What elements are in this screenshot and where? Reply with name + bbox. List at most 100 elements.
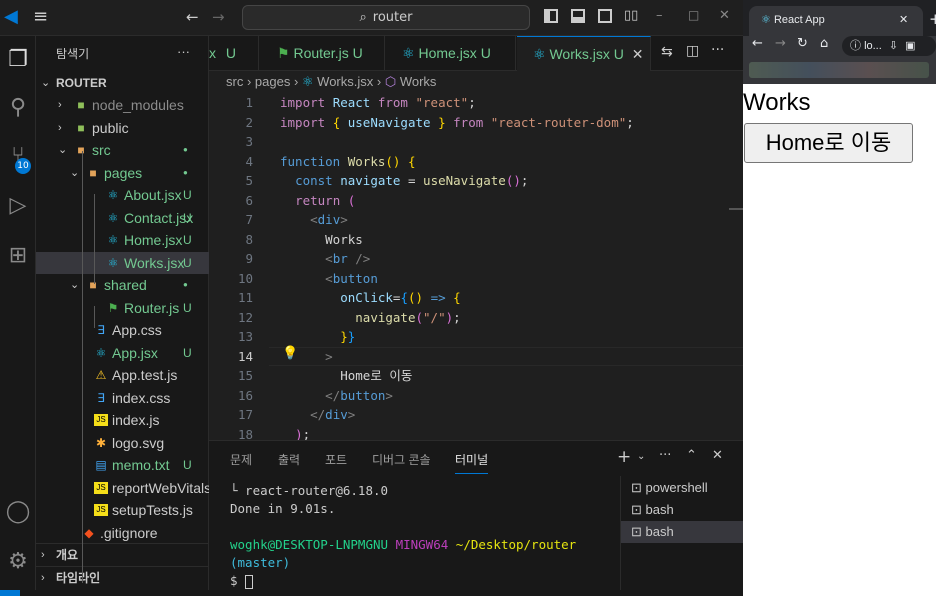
browser-tab[interactable]: ⚛ React App ✕ (749, 6, 923, 36)
account-icon[interactable]: ◯ (4, 498, 32, 526)
run-debug-icon[interactable]: ▷ (4, 192, 32, 220)
close-panel-icon[interactable]: ✕ (712, 448, 723, 463)
browser-forward-icon[interactable]: → (775, 36, 786, 51)
close-window-icon[interactable]: ✕ (719, 8, 730, 23)
panel-tab-debug-console[interactable]: 디버그 콘솔 (372, 451, 431, 468)
search-view-icon[interactable]: ⚲ (4, 94, 32, 122)
close-tab-icon[interactable]: ✕ (632, 46, 644, 62)
explorer-sidebar: 탐색기 ··· ⌄ ROUTER › ■ node_modules › ■ public ⌄… (36, 36, 225, 596)
tree-item[interactable]: JS reportWebVitals.js (36, 477, 225, 499)
manage-gear-icon[interactable]: ⚙ (4, 548, 32, 576)
tree-item[interactable]: ⌄ ■ src ● (36, 139, 209, 161)
tree-item[interactable]: JS index.js (36, 409, 209, 431)
timeline-section[interactable]: › 타임라인 (36, 566, 209, 588)
forward-arrow-icon[interactable]: → (212, 8, 225, 26)
tab-app[interactable]: x U (209, 36, 259, 71)
home-navigate-button[interactable]: Home로 이동 (744, 123, 913, 163)
panel-more-icon[interactable]: ··· (659, 448, 671, 463)
tree-item[interactable]: ▤ memo.txt U (36, 454, 209, 476)
install-icon[interactable]: ⇩ (889, 40, 898, 52)
panel-tab-ports[interactable]: 포트 (325, 451, 347, 468)
browser-reload-icon[interactable]: ↻ (797, 36, 808, 51)
code-line: Home로 이동 (340, 368, 413, 383)
breadcrumb-pages[interactable]: pages (255, 74, 290, 89)
bookmark-blurred[interactable] (749, 62, 929, 78)
terminal-item-powershell[interactable]: ⊡ powershell (621, 477, 743, 499)
panel-tab-output[interactable]: 출력 (278, 451, 300, 468)
maximize-icon[interactable]: □ (688, 8, 699, 22)
panel-tab-problems[interactable]: 문제 (230, 451, 252, 468)
line-number: 11 (237, 290, 253, 305)
tab-router[interactable]: ⚑ Router.js U (261, 36, 385, 71)
toggle-sidebar-icon[interactable] (544, 9, 558, 23)
tree-item[interactable]: ⚛ Home.jsx U (36, 229, 209, 251)
tree-item[interactable]: ⚛ App.jsx U (36, 342, 209, 364)
new-tab-icon[interactable]: + (929, 10, 936, 28)
explorer-more-icon[interactable]: ··· (177, 44, 190, 59)
browser-back-icon[interactable]: ← (752, 36, 763, 51)
extensions-icon[interactable]: ⊞ (4, 242, 32, 270)
breadcrumb-symbol[interactable]: Works (400, 74, 437, 89)
breadcrumb-src[interactable]: src (226, 74, 243, 89)
back-arrow-icon[interactable]: ← (186, 8, 199, 26)
git-icon: ◆ (84, 525, 94, 540)
git-status-badge: ● (183, 145, 188, 154)
customize-layout-icon[interactable]: ▯▯ (624, 8, 638, 23)
folder-icon: ■ (77, 98, 85, 112)
editor-more-icon[interactable]: ··· (711, 42, 724, 58)
tree-item-label: logo.svg (112, 434, 165, 451)
code-line: onClick={() => { (340, 290, 461, 305)
remote-indicator[interactable] (0, 590, 20, 596)
breadcrumb: src › pages › ⚛ Works.jsx › ⬡ Works (226, 74, 437, 89)
css-icon: ∃ (97, 390, 105, 405)
tree-item[interactable]: ✱ logo.svg (36, 432, 209, 454)
code-editor[interactable]: 1 2 3 4 5 6 7 8 9 10 11 12 13 14 15 16 17 18 💡 import Rea… (209, 93, 743, 440)
new-terminal-icon[interactable]: + (617, 447, 631, 467)
terminal-item-bash[interactable]: ⊡ bash (621, 499, 743, 521)
explorer-root[interactable]: ⌄ ROUTER (36, 72, 209, 94)
maximize-panel-icon[interactable]: ⌃ (686, 448, 697, 463)
tab-works[interactable]: ⚛ Works.jsx U ✕ (517, 36, 651, 71)
tree-item[interactable]: ⌄ ■ shared ● (36, 274, 209, 296)
minimize-icon[interactable]: – (656, 8, 663, 23)
tab-home[interactable]: ⚛ Home.jsx U (386, 36, 516, 71)
outline-section[interactable]: › 개요 (36, 543, 209, 565)
toggle-panel-icon[interactable] (571, 9, 585, 23)
tree-item[interactable]: ⚛ Contact.jsx U (36, 207, 209, 229)
tree-item[interactable]: ⚠ App.test.js (36, 364, 209, 386)
terminal-output[interactable]: └ react-router@6.18.0 Done in 9.01s. wog… (230, 482, 620, 590)
activity-bar: ❐ ⚲ ⑂ 10 ▷ ⊞ ◯ ⚙ (0, 36, 36, 596)
editor-scrollbar[interactable] (729, 208, 743, 210)
chevron-down-icon[interactable]: ⌄ (637, 451, 645, 462)
tree-item[interactable]: JS setupTests.js (36, 499, 209, 521)
compare-changes-icon[interactable]: ⇆ (661, 44, 673, 60)
terminal-item-bash-active[interactable]: ⊡ bash (621, 521, 743, 543)
breadcrumb-file[interactable]: Works.jsx (317, 74, 373, 89)
tree-item[interactable]: › ■ node_modules (36, 94, 209, 116)
tree-item[interactable]: › ■ public (36, 117, 209, 139)
tree-item[interactable]: ⚑ Router.js U (36, 297, 209, 319)
split-editor-icon[interactable]: ◫ (686, 43, 699, 59)
tree-item[interactable]: ⚛ About.jsx U (36, 184, 209, 206)
tree-item[interactable]: ∃ index.css (36, 387, 209, 409)
folder-open-icon: ■ (89, 165, 97, 180)
tree-item[interactable]: ⌄ ■ pages ● (36, 162, 209, 184)
explorer-icon[interactable]: ❐ (4, 46, 32, 74)
address-bar[interactable]: ⓘ lo... ⇩ ▣ (842, 36, 936, 56)
tree-item[interactable]: ∃ App.css (36, 319, 209, 341)
tree-item[interactable]: ⚛ Works.jsx U (36, 251, 209, 274)
tree-item-label: Router.js (124, 299, 180, 316)
menu-icon[interactable]: ≡ (33, 6, 48, 27)
panel-tab-terminal[interactable]: 터미널 (455, 451, 489, 474)
indent-guide (82, 151, 83, 583)
close-tab-icon[interactable]: ✕ (899, 6, 908, 34)
toggle-secondary-sidebar-icon[interactable] (598, 9, 612, 23)
extension-icon[interactable]: ▣ (905, 40, 915, 52)
code-line: </button> (325, 387, 393, 403)
command-center-search[interactable]: ⌕ router (242, 5, 530, 30)
folder-open-icon: ■ (77, 143, 85, 157)
tree-item[interactable]: ◆ .gitignore (36, 522, 209, 544)
browser-home-icon[interactable]: ⌂ (820, 36, 828, 51)
browser-tab-title: React App (773, 14, 825, 26)
